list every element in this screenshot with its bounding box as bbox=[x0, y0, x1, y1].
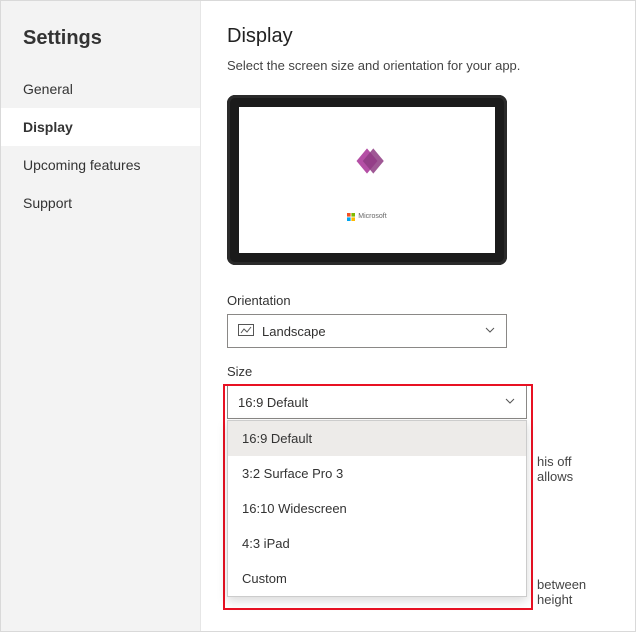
sidebar-item-general[interactable]: General bbox=[1, 70, 200, 108]
size-selected-value: 16:9 Default bbox=[238, 395, 308, 410]
sidebar-item-display[interactable]: Display bbox=[1, 108, 200, 146]
size-option-3-2-surface-pro-3[interactable]: 3:2 Surface Pro 3 bbox=[228, 456, 526, 491]
orientation-label: Orientation bbox=[227, 293, 609, 308]
sidebar-item-label: Display bbox=[23, 119, 73, 135]
orientation-selected-value: Landscape bbox=[262, 324, 326, 339]
partial-text-fragment: between height bbox=[537, 577, 609, 607]
landscape-icon bbox=[238, 324, 254, 339]
settings-window: Settings General Display Upcoming featur… bbox=[0, 0, 636, 632]
sidebar-item-upcoming-features[interactable]: Upcoming features bbox=[1, 146, 200, 184]
option-label: 16:10 Widescreen bbox=[242, 501, 347, 516]
size-option-16-9-default[interactable]: 16:9 Default bbox=[228, 421, 526, 456]
option-label: Custom bbox=[242, 571, 287, 586]
sidebar-item-support[interactable]: Support bbox=[1, 184, 200, 222]
sidebar-item-label: Upcoming features bbox=[23, 157, 141, 173]
orientation-dropdown[interactable]: Landscape bbox=[227, 314, 507, 348]
partial-text-fragment: his off allows bbox=[537, 454, 609, 484]
microsoft-logo-icon bbox=[347, 213, 355, 221]
size-dropdown-list: 16:9 Default 3:2 Surface Pro 3 16:10 Wid… bbox=[227, 420, 527, 597]
orientation-field: Orientation Landscape bbox=[227, 293, 609, 348]
page-subtitle: Select the screen size and orientation f… bbox=[227, 58, 609, 73]
chevron-down-icon bbox=[484, 324, 496, 339]
chevron-down-icon bbox=[504, 395, 516, 410]
sidebar-title: Settings bbox=[1, 19, 200, 70]
size-dropdown[interactable]: 16:9 Default bbox=[227, 385, 527, 419]
size-field: Size 16:9 Default his off allows between… bbox=[227, 364, 609, 419]
option-label: 4:3 iPad bbox=[242, 536, 290, 551]
sidebar-item-label: General bbox=[23, 81, 73, 97]
size-label: Size bbox=[227, 364, 609, 379]
size-option-custom[interactable]: Custom bbox=[228, 561, 526, 596]
device-preview: Microsoft bbox=[227, 95, 507, 265]
main-panel: Display Select the screen size and orien… bbox=[201, 1, 635, 631]
sidebar-item-label: Support bbox=[23, 195, 72, 211]
microsoft-brand: Microsoft bbox=[347, 213, 386, 221]
option-label: 16:9 Default bbox=[242, 431, 312, 446]
microsoft-brand-label: Microsoft bbox=[358, 213, 386, 220]
sidebar: Settings General Display Upcoming featur… bbox=[1, 1, 201, 631]
size-option-16-10-widescreen[interactable]: 16:10 Widescreen bbox=[228, 491, 526, 526]
option-label: 3:2 Surface Pro 3 bbox=[242, 466, 343, 481]
device-screen: Microsoft bbox=[239, 107, 495, 253]
powerapps-logo-icon bbox=[346, 140, 388, 187]
size-option-4-3-ipad[interactable]: 4:3 iPad bbox=[228, 526, 526, 561]
page-title: Display bbox=[227, 25, 609, 48]
